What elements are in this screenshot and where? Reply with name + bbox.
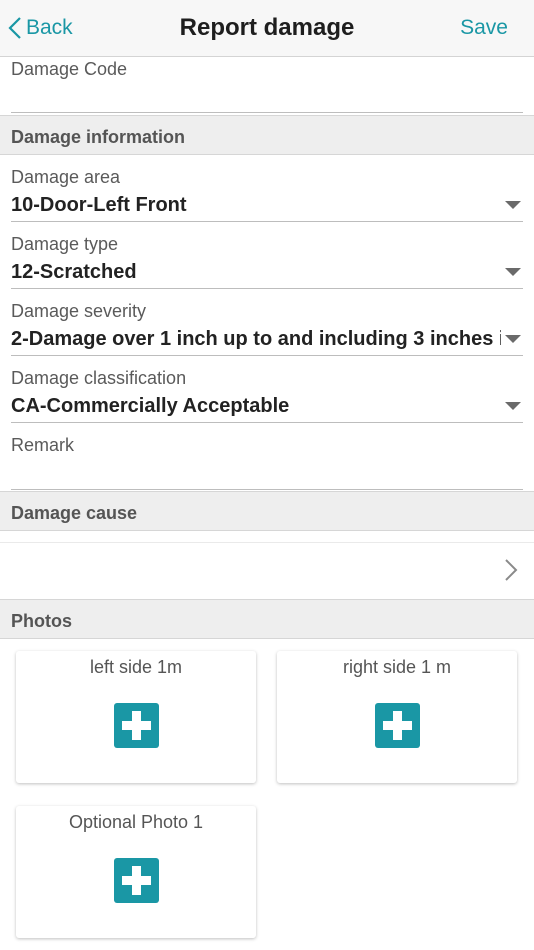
caret-down-icon[interactable] <box>505 268 521 276</box>
damage-severity-value: 2-Damage over 1 inch up to and including… <box>11 328 501 350</box>
plus-icon[interactable] <box>114 858 159 903</box>
chevron-right-icon <box>505 559 518 581</box>
page-title: Report damage <box>179 14 355 41</box>
damage-type-underline <box>11 288 523 289</box>
save-button[interactable]: Save <box>460 16 508 40</box>
photo-card[interactable]: left side 1m <box>16 651 256 783</box>
top-bar: Back Report damage Save <box>0 0 534 57</box>
photo-card[interactable]: right side 1 m <box>277 651 517 783</box>
damage-severity-field[interactable]: Damage severity 2-Damage over 1 inch up … <box>11 301 501 351</box>
section-damage-information: Damage information <box>0 115 534 155</box>
section-photos: Photos <box>0 599 534 639</box>
photo-label: right side 1 m <box>342 657 452 677</box>
plus-icon[interactable] <box>375 703 420 748</box>
caret-down-icon[interactable] <box>505 402 521 410</box>
chevron-left-icon <box>8 17 21 39</box>
damage-area-value: 10-Door-Left Front <box>11 194 187 216</box>
damage-code-underline <box>11 112 523 113</box>
damage-severity-label: Damage severity <box>11 301 147 321</box>
section-damage-cause: Damage cause <box>0 491 534 531</box>
plus-icon[interactable] <box>114 703 159 748</box>
damage-classification-underline <box>11 422 523 423</box>
back-button[interactable]: Back <box>8 13 73 43</box>
caret-down-icon[interactable] <box>505 201 521 209</box>
damage-classification-field[interactable]: Damage classification CA-Commercially Ac… <box>11 368 523 418</box>
damage-code-field[interactable]: Damage Code <box>11 59 523 86</box>
damage-area-label: Damage area <box>11 167 121 187</box>
damage-type-label: Damage type <box>11 234 119 254</box>
remark-underline <box>11 489 523 490</box>
damage-code-label: Damage Code <box>11 59 128 79</box>
damage-type-field[interactable]: Damage type 12-Scratched <box>11 234 523 284</box>
section-damage-information-label: Damage information <box>11 127 186 147</box>
photo-card[interactable]: Optional Photo 1 <box>16 806 256 938</box>
caret-down-icon[interactable] <box>505 335 521 343</box>
section-photos-label: Photos <box>11 611 72 631</box>
damage-type-value: 12-Scratched <box>11 261 137 283</box>
damage-classification-label: Damage classification <box>11 368 187 388</box>
photo-label: left side 1m <box>89 657 183 677</box>
damage-severity-underline <box>11 355 523 356</box>
damage-cause-row[interactable] <box>0 542 534 599</box>
damage-area-field[interactable]: Damage area 10-Door-Left Front <box>11 167 523 217</box>
section-damage-cause-label: Damage cause <box>11 503 138 523</box>
remark-field[interactable]: Remark <box>11 435 523 462</box>
damage-area-underline <box>11 221 523 222</box>
back-label: Back <box>26 16 73 39</box>
damage-classification-value: CA-Commercially Acceptable <box>11 395 290 417</box>
remark-label: Remark <box>11 435 75 455</box>
photo-label: Optional Photo 1 <box>68 812 204 832</box>
